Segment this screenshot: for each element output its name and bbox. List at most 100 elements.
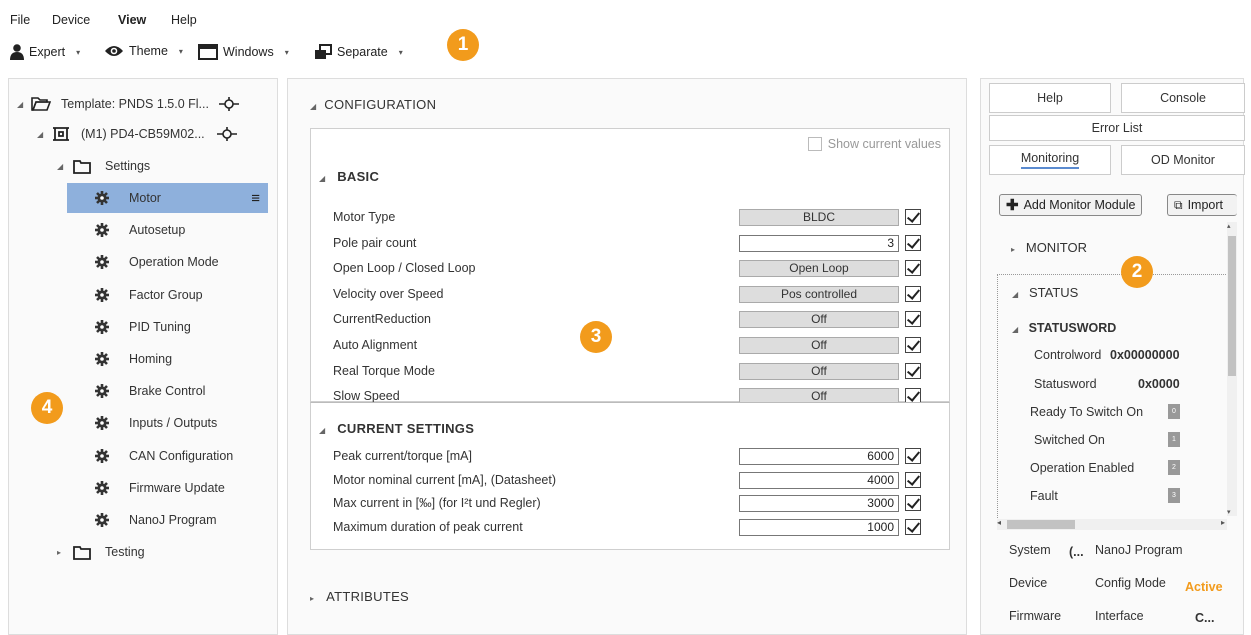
monitor-header[interactable]: ▸ MONITOR [1011,240,1087,255]
basic-param-select[interactable]: Open Loop [739,260,899,278]
statusword-value: 0x0000 [1138,377,1180,391]
configuration-title: CONFIGURATION [324,97,437,112]
tree-item-nanoj-program[interactable]: NanoJ Program [67,505,268,535]
current-settings-header[interactable]: ◢ CURRENT SETTINGS [319,421,474,436]
basic-param-checkbox[interactable] [905,311,921,328]
menu-view[interactable]: View [118,13,146,27]
windows-button[interactable]: Windows ▾ [198,44,289,60]
basic-param-select[interactable]: Pos controlled [739,285,899,303]
tab-error-list[interactable]: Error List [989,115,1245,141]
scroll-up-icon[interactable]: ▴ [1227,222,1231,230]
scroll-down-icon[interactable]: ▾ [1227,508,1231,516]
connect-icon[interactable] [216,127,237,141]
tree-item-firmware-update[interactable]: Firmware Update [67,473,268,503]
separate-windows-icon [315,44,332,59]
current-param-checkbox[interactable] [905,495,921,511]
basic-param-select[interactable]: Off [739,311,899,329]
configuration-header[interactable]: ◢ CONFIGURATION [310,97,436,112]
import-icon: ⧉ [1174,197,1183,212]
collapse-arrow-icon: ◢ [37,129,44,139]
tree-item-brake-control[interactable]: Brake Control [67,376,268,406]
folder-icon [73,545,91,560]
system-label: System [1009,543,1051,557]
basic-param-label: Open Loop / Closed Loop [333,261,476,276]
basic-param-checkbox[interactable] [905,209,921,225]
tree-testing[interactable]: ▸ Testing [57,537,145,567]
vertical-scrollbar[interactable]: ▴ ▾ [1227,222,1237,516]
tree-device[interactable]: ◢ (M1) PD4-CB59M02... [37,119,237,149]
tree-item-autosetup[interactable]: Autosetup [67,215,268,245]
basic-param-select[interactable]: Off [739,337,899,354]
scroll-right-icon[interactable]: ▸ [1221,518,1225,527]
current-param-input[interactable]: 1000 [739,518,899,536]
basic-param-checkbox[interactable] [905,362,921,379]
horizontal-scrollbar[interactable]: ◂ ▸ [997,518,1227,530]
statusword-label: Statusword [1034,377,1097,391]
tree-item-label: Operation Mode [129,255,219,270]
hscrollbar-thumb[interactable] [1007,520,1075,529]
basic-header[interactable]: ◢ BASIC [319,169,379,184]
gear-icon [95,287,109,302]
import-button[interactable]: ⧉ Import [1167,194,1237,216]
basic-param-select[interactable]: BLDC [739,209,899,226]
menu-file[interactable]: File [10,13,30,27]
scrollbar-thumb[interactable] [1228,236,1236,376]
current-param-input[interactable]: 4000 [739,471,899,489]
menu-help[interactable]: Help [171,13,197,27]
tree-item-inputs-outputs[interactable]: Inputs / Outputs [67,408,268,438]
tree-item-can-configuration[interactable]: CAN Configuration [67,441,268,471]
expert-button[interactable]: Expert ▾ [10,44,80,60]
attributes-title: ATTRIBUTES [326,589,410,604]
tab-help[interactable]: Help [989,83,1111,113]
attributes-header[interactable]: ▸ ATTRIBUTES [310,589,409,604]
basic-param-label: Velocity over Speed [333,286,444,301]
current-param-checkbox[interactable] [905,448,921,464]
menu-device[interactable]: Device [52,13,90,27]
tree-item-homing[interactable]: Homing [67,344,268,374]
gear-icon [95,352,109,366]
interface-label: Interface [1095,609,1144,623]
status-bit-indicator: 3 [1168,488,1180,503]
current-param-checkbox[interactable] [905,518,921,535]
basic-param-checkbox[interactable] [905,285,921,302]
theme-button[interactable]: Theme ▾ [104,44,183,58]
tree-item-motor[interactable]: Motor ≡ [67,183,268,213]
show-current-values-checkbox[interactable]: Show current values [807,137,941,151]
connect-icon[interactable] [218,97,239,111]
settings-label: Settings [105,159,151,173]
tree-item-pid-tuning[interactable]: PID Tuning [67,312,268,342]
basic-param-checkbox[interactable] [905,260,921,277]
device-label: Device [1009,576,1048,590]
menu-lines-icon[interactable]: ≡ [251,190,260,207]
tab-console[interactable]: Console [1121,83,1245,113]
expand-arrow-icon: ▸ [57,547,62,557]
dropdown-arrow-icon: ▾ [76,47,81,57]
tree-item-factor-group[interactable]: Factor Group [67,280,268,310]
basic-param-checkbox[interactable] [905,337,921,353]
monitoring-label: Monitoring [1020,151,1080,169]
expert-label: Expert [29,45,66,59]
tree-item-operation-mode[interactable]: Operation Mode [67,247,268,277]
separate-button[interactable]: Separate ▾ [314,44,403,60]
tree-template[interactable]: ◢ Template: PNDS 1.5.0 Fl... [17,89,239,119]
monitoring-panel: Help Console Error List Monitoring OD Mo… [980,78,1245,635]
current-param-input[interactable]: 3000 [739,495,899,512]
current-param-checkbox[interactable] [905,471,921,488]
current-param-input[interactable]: 6000 [739,448,899,465]
scroll-left-icon[interactable]: ◂ [997,518,1001,527]
collapse-arrow-icon: ◢ [17,99,24,109]
statusword-header[interactable]: ◢ STATUSWORD [1012,321,1116,335]
window-icon [198,44,218,60]
config-mode-label: Config Mode [1095,576,1166,590]
basic-param-select[interactable]: Off [739,362,899,380]
status-header[interactable]: ◢ STATUS [1012,285,1078,300]
basic-title: BASIC [337,169,380,184]
current-param-label: Peak current/torque [mA] [333,449,472,463]
basic-param-input[interactable]: 3 [739,234,899,252]
add-monitor-module-button[interactable]: ✚ Add Monitor Module [999,194,1143,216]
tab-monitoring[interactable]: Monitoring [989,145,1111,175]
current-settings-section: ◢ CURRENT SETTINGS Peak current/torque [… [310,402,950,550]
tab-od-monitor[interactable]: OD Monitor [1121,145,1245,175]
basic-param-checkbox[interactable] [905,234,921,251]
tree-settings[interactable]: ◢ Settings [57,151,150,181]
